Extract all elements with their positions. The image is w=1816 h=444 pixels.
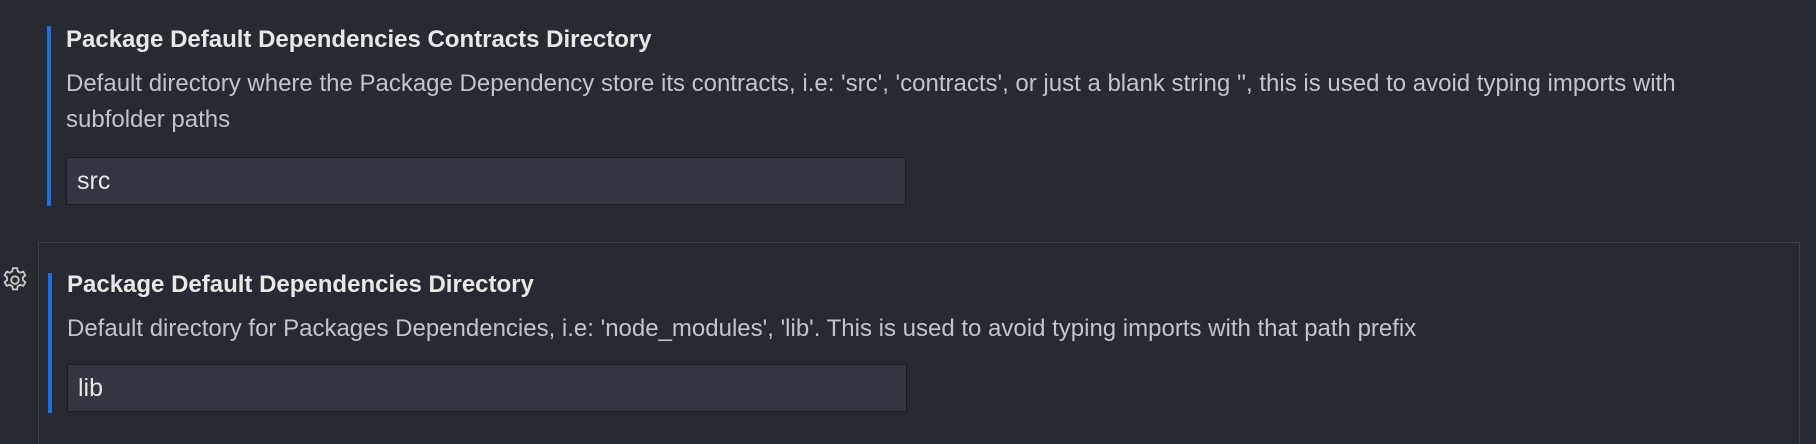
- setting-item-contracts-directory: Package Default Dependencies Contracts D…: [0, 0, 1816, 240]
- setting-item-dependencies-directory: Package Default Dependencies Directory D…: [38, 242, 1800, 444]
- setting-description: Default directory for Packages Dependenc…: [67, 315, 1417, 342]
- settings-pane: Package Default Dependencies Contracts D…: [0, 0, 1816, 444]
- setting-focus-indicator: [47, 26, 51, 206]
- contracts-directory-input[interactable]: [66, 157, 906, 205]
- setting-description: Default directory where the Package Depe…: [66, 70, 1676, 133]
- setting-focus-indicator: [48, 273, 52, 413]
- gear-icon[interactable]: [0, 265, 30, 295]
- setting-title: Package Default Dependencies Contracts D…: [66, 26, 652, 53]
- setting-title: Package Default Dependencies Directory: [67, 271, 534, 298]
- dependencies-directory-input[interactable]: [67, 364, 907, 412]
